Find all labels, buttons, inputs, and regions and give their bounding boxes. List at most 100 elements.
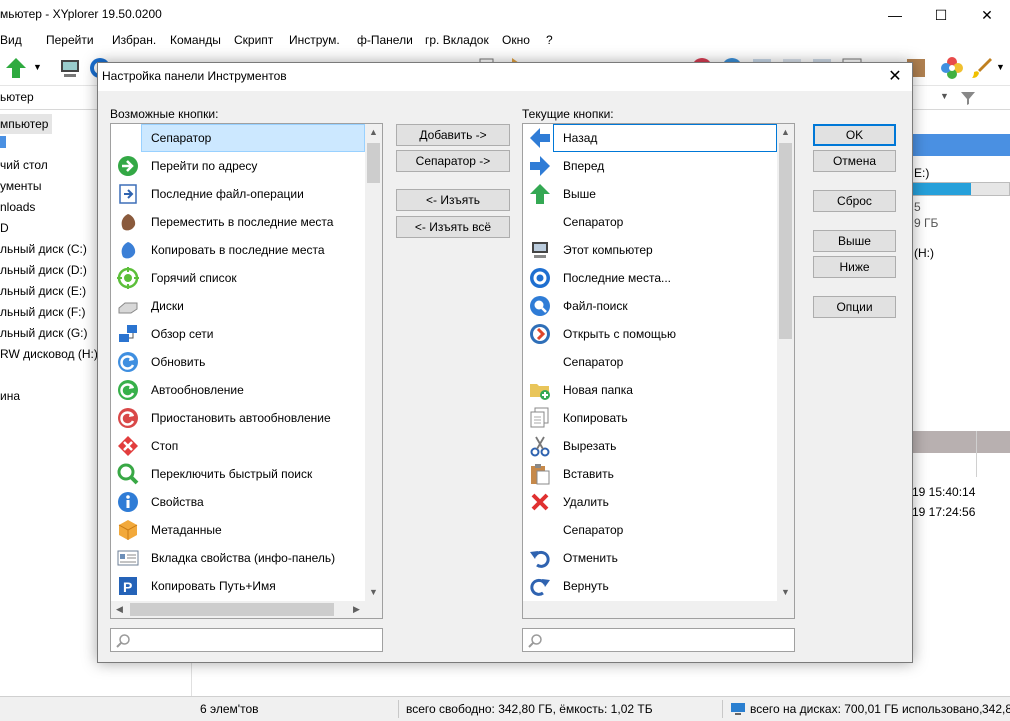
- menu-favorites[interactable]: Избран.: [112, 33, 156, 47]
- list-item-label: Вперед: [563, 159, 605, 173]
- add-button[interactable]: Добавить ->: [396, 124, 510, 146]
- vertical-scrollbar[interactable]: ▲ ▼: [365, 124, 382, 601]
- list-item[interactable]: Переместить в последние места: [111, 208, 365, 236]
- list-item[interactable]: Копировать в последние места: [111, 236, 365, 264]
- tree-node[interactable]: мпьютер: [0, 114, 53, 134]
- tree-node[interactable]: ументы: [0, 176, 42, 196]
- available-buttons-list[interactable]: Сепаратор Перейти по адресу Последние файл…: [110, 123, 383, 619]
- reset-button[interactable]: Сброс: [813, 190, 896, 212]
- menu-script[interactable]: Скрипт: [234, 33, 273, 47]
- tree-node[interactable]: льный диск (G:): [0, 323, 88, 343]
- list-item[interactable]: Выше: [523, 180, 777, 208]
- list-item[interactable]: Сепаратор: [523, 208, 777, 236]
- menu-go[interactable]: Перейти: [46, 33, 94, 47]
- menu-tools[interactable]: Инструм.: [289, 33, 340, 47]
- list-item[interactable]: Свойства: [111, 488, 365, 516]
- scroll-thumb[interactable]: [367, 143, 380, 183]
- menu-tab-groups[interactable]: гр. Вкладок: [425, 33, 489, 47]
- tree-node[interactable]: льный диск (C:): [0, 239, 87, 259]
- brush-icon[interactable]: [970, 56, 994, 80]
- list-item[interactable]: Стоп: [111, 432, 365, 460]
- scroll-right-icon[interactable]: ▶: [348, 601, 365, 618]
- scroll-up-icon[interactable]: ▲: [777, 124, 794, 141]
- list-item[interactable]: Вкладка свойства (инфо-панель): [111, 544, 365, 572]
- current-search-input[interactable]: [522, 628, 795, 652]
- flower-icon[interactable]: [940, 56, 964, 80]
- options-button[interactable]: Опции: [813, 296, 896, 318]
- list-item[interactable]: Отменить: [523, 544, 777, 572]
- list-item[interactable]: Открыть с помощью: [523, 320, 777, 348]
- list-item[interactable]: Назад: [523, 124, 777, 152]
- close-window-icon[interactable]: ✕: [964, 0, 1010, 30]
- list-item[interactable]: Сепаратор: [523, 516, 777, 544]
- cancel-button[interactable]: Отмена: [813, 150, 896, 172]
- list-item[interactable]: Диски: [111, 292, 365, 320]
- tree-node[interactable]: RW дисковод (H:): [0, 344, 98, 364]
- list-item[interactable]: Сепаратор: [523, 348, 777, 376]
- ok-button[interactable]: OK: [813, 124, 896, 146]
- list-item[interactable]: Вставить: [523, 460, 777, 488]
- tree-node[interactable]: льный диск (F:): [0, 302, 86, 322]
- list-item[interactable]: Сепаратор: [111, 124, 365, 152]
- tree-node[interactable]: ина: [0, 386, 20, 406]
- computer-icon[interactable]: [58, 56, 82, 80]
- scroll-down-icon[interactable]: ▼: [365, 584, 382, 601]
- scroll-down-icon[interactable]: ▼: [777, 584, 794, 601]
- list-item[interactable]: Вернуть: [523, 572, 777, 600]
- menu-commands[interactable]: Команды: [170, 33, 221, 47]
- list-item[interactable]: Удалить: [523, 488, 777, 516]
- list-item[interactable]: Горячий список: [111, 264, 365, 292]
- list-item[interactable]: Этот компьютер: [523, 236, 777, 264]
- move-down-button[interactable]: Ниже: [813, 256, 896, 278]
- tree-node[interactable]: nloads: [0, 197, 35, 217]
- list-item[interactable]: Вперед: [523, 152, 777, 180]
- chevron-down-icon[interactable]: ▼: [940, 91, 949, 101]
- column-header[interactable]: [912, 431, 1010, 453]
- list-item[interactable]: P Копировать Путь+Имя: [111, 572, 365, 600]
- available-search-input[interactable]: [110, 628, 383, 652]
- list-item[interactable]: Перейти по адресу: [111, 152, 365, 180]
- remove-all-button[interactable]: <- Изъять всё: [396, 216, 510, 238]
- up-arrow-icon[interactable]: [4, 56, 28, 80]
- list-item[interactable]: Метаданные: [111, 516, 365, 544]
- scroll-up-icon[interactable]: ▲: [365, 124, 382, 141]
- chevron-down-icon[interactable]: ▼: [996, 62, 1005, 72]
- tree-node[interactable]: чий стол: [0, 155, 48, 175]
- minimize-icon[interactable]: —: [872, 0, 918, 30]
- menu-panels[interactable]: ф-Панели: [357, 33, 413, 47]
- column-divider: [976, 431, 977, 477]
- list-item[interactable]: Обзор сети: [111, 320, 365, 348]
- maximize-icon[interactable]: ☐: [918, 0, 964, 30]
- available-buttons-caption: Возможные кнопки:: [110, 107, 219, 121]
- move-up-button[interactable]: Выше: [813, 230, 896, 252]
- close-icon[interactable]: ✕: [878, 63, 912, 91]
- list-item[interactable]: Переключить быстрый поиск: [111, 460, 365, 488]
- list-item[interactable]: Приостановить автообновление: [111, 404, 365, 432]
- tree-expander-icon[interactable]: [0, 136, 6, 148]
- list-item[interactable]: Вырезать: [523, 432, 777, 460]
- chevron-down-icon[interactable]: ▼: [33, 62, 42, 72]
- menu-help[interactable]: ?: [546, 33, 553, 47]
- tree-node[interactable]: D: [0, 218, 9, 238]
- scroll-thumb[interactable]: [130, 603, 334, 616]
- remove-button[interactable]: <- Изъять: [396, 189, 510, 211]
- list-item[interactable]: Новая папка: [523, 376, 777, 404]
- filter-icon[interactable]: [960, 90, 976, 106]
- current-buttons-list[interactable]: Назад Вперед Выше Сепаратор Этот компьютер По…: [522, 123, 795, 619]
- list-item[interactable]: Последние файл-операции: [111, 180, 365, 208]
- list-item[interactable]: Файл-поиск: [523, 292, 777, 320]
- vertical-scrollbar[interactable]: ▲ ▼: [777, 124, 794, 601]
- menu-window[interactable]: Окно: [502, 33, 530, 47]
- list-item[interactable]: Копировать: [523, 404, 777, 432]
- add-separator-button[interactable]: Сепаратор ->: [396, 150, 510, 172]
- list-item[interactable]: Автообновление: [111, 376, 365, 404]
- menu-view[interactable]: Вид: [0, 33, 22, 47]
- selected-drive-row[interactable]: [912, 134, 1010, 156]
- horizontal-scrollbar[interactable]: ◀ ▶: [111, 601, 365, 618]
- tree-node[interactable]: льный диск (D:): [0, 260, 87, 280]
- list-item[interactable]: Обновить: [111, 348, 365, 376]
- tree-node[interactable]: льный диск (E:): [0, 281, 86, 301]
- scroll-left-icon[interactable]: ◀: [111, 601, 128, 618]
- list-item[interactable]: Последние места...: [523, 264, 777, 292]
- scroll-thumb[interactable]: [779, 143, 792, 339]
